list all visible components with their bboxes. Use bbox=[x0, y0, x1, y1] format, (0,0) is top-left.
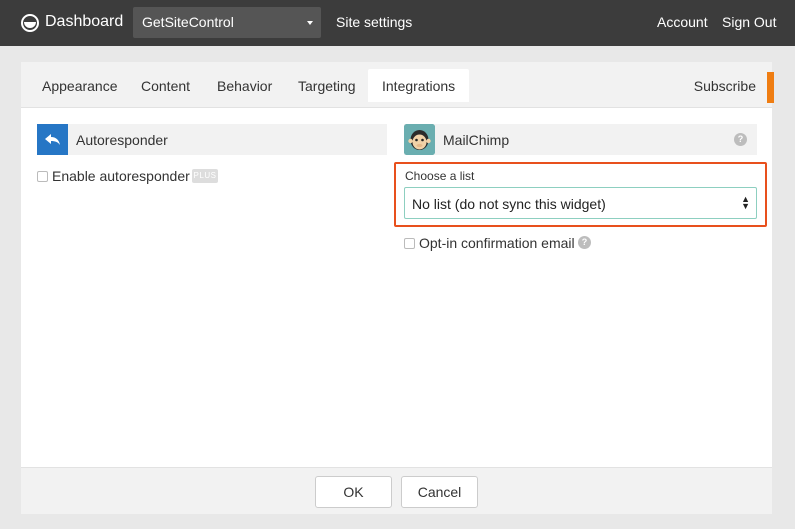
cancel-button[interactable]: Cancel bbox=[401, 476, 478, 508]
select-arrows-icon: ▲ ▼ bbox=[741, 194, 750, 211]
mailchimp-logo-icon bbox=[404, 124, 435, 155]
tab-targeting[interactable]: Targeting bbox=[298, 78, 356, 94]
dialog-footer: OK Cancel bbox=[21, 467, 772, 514]
optin-help-icon[interactable]: ? bbox=[578, 236, 591, 249]
back-arrow-icon[interactable] bbox=[37, 124, 68, 155]
widget-editor-panel: Appearance Content Behavior Targeting In… bbox=[21, 62, 774, 514]
autoresponder-title: Autoresponder bbox=[76, 132, 168, 148]
editor-tab-bar: Appearance Content Behavior Targeting In… bbox=[21, 62, 774, 108]
mailchimp-title: MailChimp bbox=[443, 132, 510, 148]
widget-type-flag bbox=[767, 72, 774, 103]
optin-confirmation-checkbox[interactable] bbox=[404, 238, 415, 249]
tab-integrations[interactable]: Integrations bbox=[368, 69, 470, 102]
site-selector-value: GetSiteControl bbox=[142, 14, 234, 30]
account-link[interactable]: Account bbox=[657, 14, 708, 30]
site-selector-dropdown[interactable]: GetSiteControl bbox=[133, 7, 321, 38]
tab-behavior[interactable]: Behavior bbox=[217, 78, 272, 94]
reply-arrow-icon bbox=[44, 133, 60, 145]
top-navigation-bar: Dashboard GetSiteControl Site settings A… bbox=[0, 0, 795, 46]
plus-badge: PLUS bbox=[192, 169, 218, 183]
chevron-down-icon bbox=[307, 21, 313, 25]
widget-type-label: Subscribe bbox=[693, 78, 756, 94]
mailchimp-help-icon[interactable]: ? bbox=[734, 133, 747, 146]
mailchimp-monkey-icon bbox=[404, 124, 435, 155]
choose-list-label: Choose a list bbox=[405, 169, 475, 183]
tab-content[interactable]: Content bbox=[141, 78, 190, 94]
dashboard-logo-icon[interactable] bbox=[21, 14, 39, 32]
site-settings-link[interactable]: Site settings bbox=[336, 14, 412, 30]
enable-autoresponder-label[interactable]: Enable autoresponder bbox=[52, 168, 190, 184]
enable-autoresponder-checkbox[interactable] bbox=[37, 171, 48, 182]
sign-out-link[interactable]: Sign Out bbox=[722, 14, 776, 30]
optin-confirmation-label[interactable]: Opt-in confirmation email bbox=[419, 235, 575, 251]
mailchimp-list-value: No list (do not sync this widget) bbox=[412, 196, 606, 212]
tab-appearance[interactable]: Appearance bbox=[42, 78, 118, 94]
ok-button[interactable]: OK bbox=[315, 476, 392, 508]
dashboard-link[interactable]: Dashboard bbox=[45, 13, 123, 31]
mailchimp-list-select[interactable]: No list (do not sync this widget) ▲ ▼ bbox=[404, 187, 757, 219]
